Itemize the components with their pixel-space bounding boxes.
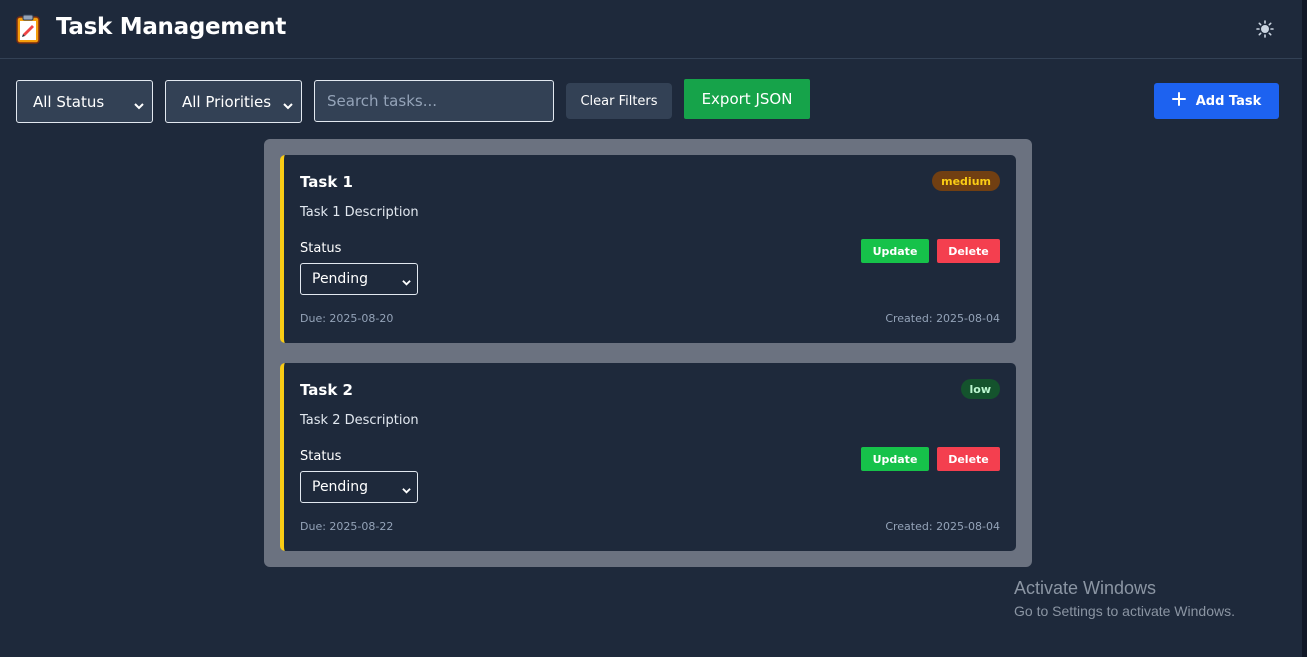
task-status-value: Pending [312, 479, 368, 495]
chevron-down-icon [402, 275, 411, 286]
app-header: Task Management [0, 0, 1307, 59]
add-task-label: Add Task [1195, 93, 1262, 109]
window-scrollbar[interactable] [1302, 0, 1307, 657]
due-date: Due: 2025-08-22 [300, 520, 394, 533]
task-title: Task 1 [300, 173, 353, 191]
created-date: Created: 2025-08-04 [885, 312, 1000, 325]
activation-watermark-subtitle: Go to Settings to activate Windows. [1014, 603, 1235, 619]
activation-watermark-title: Activate Windows [1014, 578, 1157, 598]
update-button[interactable]: Update [861, 447, 929, 471]
chevron-down-icon [134, 97, 144, 110]
status-label: Status [300, 241, 342, 256]
task-description: Task 1 Description [300, 205, 419, 220]
priority-filter-select[interactable]: All Priorities [165, 80, 302, 123]
search-input[interactable] [314, 80, 554, 122]
task-card: Task 1 medium Task 1 Description Status … [280, 155, 1016, 343]
chevron-down-icon [402, 483, 411, 494]
status-filter-value: All Status [33, 92, 105, 111]
task-status-value: Pending [312, 271, 368, 287]
chevron-down-icon [283, 97, 293, 110]
task-description: Task 2 Description [300, 413, 419, 428]
task-status-select[interactable]: Pending [300, 471, 418, 503]
priority-badge: low [960, 379, 1000, 399]
created-date: Created: 2025-08-04 [885, 520, 1000, 533]
clear-filters-button[interactable]: Clear Filters [566, 83, 672, 119]
task-status-select[interactable]: Pending [300, 263, 418, 295]
due-date: Due: 2025-08-20 [300, 312, 394, 325]
delete-button[interactable]: Delete [937, 447, 1000, 471]
export-json-button[interactable]: Export JSON [684, 79, 810, 119]
sun-icon[interactable] [1252, 16, 1278, 42]
add-task-button[interactable]: Add Task [1154, 83, 1279, 119]
plus-icon [1171, 92, 1186, 110]
task-card: Task 2 low Task 2 Description Status Pen… [280, 363, 1016, 551]
priority-badge: medium [932, 171, 1000, 191]
delete-button[interactable]: Delete [937, 239, 1000, 263]
task-title: Task 2 [300, 381, 353, 399]
task-list-panel: Task 1 medium Task 1 Description Status … [264, 139, 1032, 567]
status-filter-select[interactable]: All Status [16, 80, 153, 123]
clipboard-icon [12, 13, 44, 45]
update-button[interactable]: Update [861, 239, 929, 263]
status-label: Status [300, 449, 342, 464]
app-title: Task Management [56, 14, 287, 40]
priority-filter-value: All Priorities [182, 92, 272, 111]
